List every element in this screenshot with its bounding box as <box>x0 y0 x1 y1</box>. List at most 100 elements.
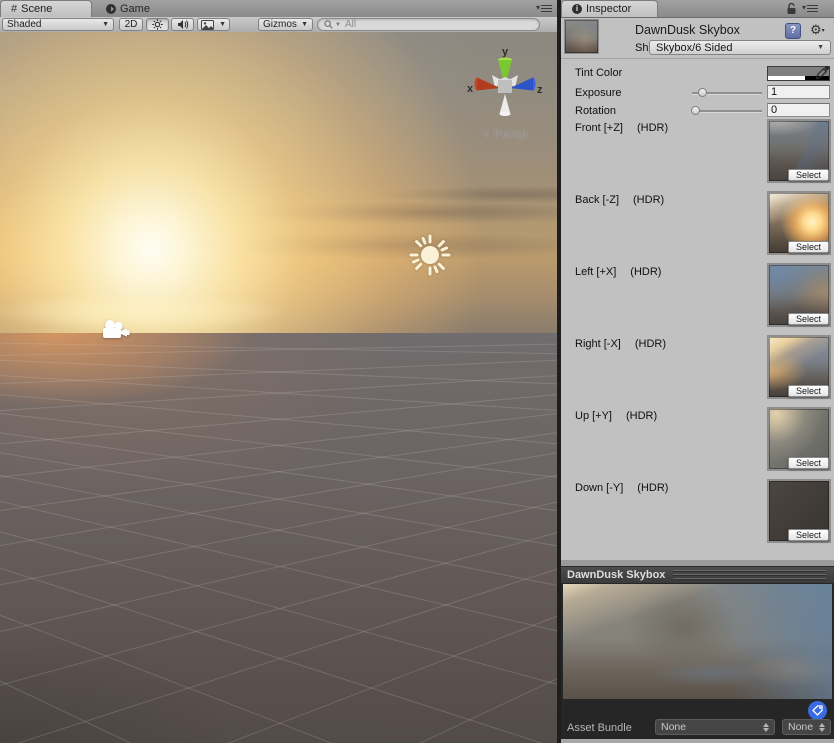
back-z-texture-thumb[interactable]: Select <box>767 191 831 255</box>
rotation-slider-thumb[interactable] <box>691 106 700 115</box>
window-bottom-edge <box>561 739 834 743</box>
gizmos-dropdown[interactable]: Gizmos ▼ <box>258 18 313 31</box>
lighting-toggle-button[interactable] <box>146 18 169 31</box>
material-title: DawnDusk Skybox <box>635 23 740 37</box>
right-x-label: Right [-X](HDR) <box>575 338 666 350</box>
camera-gizmo-icon[interactable] <box>101 319 131 343</box>
shader-value: Skybox/6 Sided <box>656 42 732 54</box>
asset-bundle-dropdown[interactable]: None <box>655 719 775 735</box>
exposure-slider[interactable] <box>692 92 762 95</box>
right-x-texture-thumb[interactable]: Select <box>767 335 831 399</box>
asset-label-button[interactable] <box>808 701 827 720</box>
scene-viewport[interactable]: y x z < Persp <box>0 32 557 743</box>
preview-title: DawnDusk Skybox <box>567 569 665 581</box>
left-x-texture-thumb[interactable]: Select <box>767 263 831 327</box>
inspector-lock[interactable] <box>786 2 797 15</box>
audio-toggle-button[interactable] <box>171 18 194 31</box>
preview-drag-handle-icon <box>673 568 826 582</box>
back-z-select-button[interactable]: Select <box>788 241 829 253</box>
down-y-texture-thumb[interactable]: Select <box>767 479 831 543</box>
2d-label: 2D <box>125 19 138 30</box>
tab-game-label: Game <box>120 3 150 15</box>
front-z-select-button[interactable]: Select <box>788 169 829 181</box>
front-z-texture-thumb[interactable]: Select <box>767 119 831 183</box>
dropdown-arrow-icon: ▼ <box>102 21 109 28</box>
speaker-icon <box>177 19 189 30</box>
axis-orientation-gizmo[interactable]: y x z <box>463 46 547 130</box>
menu-icon <box>541 3 552 14</box>
search-filter-arrow-icon[interactable]: ▼ <box>335 22 341 28</box>
material-preview-thumbnail[interactable] <box>564 19 599 54</box>
preview-header[interactable]: DawnDusk Skybox <box>561 566 834 583</box>
dropdown-arrow-icon: ▼ <box>817 44 824 51</box>
image-icon <box>201 20 214 30</box>
scene-panel-menu[interactable]: ▾ <box>536 3 552 14</box>
search-icon <box>324 20 333 29</box>
rotation-label: Rotation <box>575 105 616 117</box>
exposure-value-field[interactable] <box>767 85 830 99</box>
dropdown-arrow-icon: ▾ <box>802 4 806 12</box>
scene-tabbar: # Scene Game ▾ <box>0 0 557 18</box>
skybox-preview-image[interactable] <box>563 584 832 699</box>
asset-bundle-value: None <box>661 721 686 733</box>
draw-mode-dropdown[interactable]: Shaded ▼ <box>2 18 114 31</box>
asset-variant-value: None <box>788 721 813 733</box>
asset-bundle-label: Asset Bundle <box>567 722 632 734</box>
inspector-panel-menu[interactable]: ▾ <box>802 3 818 14</box>
left-x-select-button[interactable]: Select <box>788 313 829 325</box>
axis-z-label: z <box>537 84 543 96</box>
tab-scene-label: Scene <box>21 3 52 15</box>
directional-light-gizmo-icon[interactable] <box>406 231 454 279</box>
dropdown-arrow-icon: ▼ <box>219 21 226 28</box>
exposure-label: Exposure <box>575 87 621 99</box>
info-icon: i <box>572 4 582 14</box>
right-x-select-button[interactable]: Select <box>788 385 829 397</box>
tab-scene[interactable]: # Scene <box>0 0 92 17</box>
rotation-slider[interactable] <box>692 110 762 113</box>
ground-plane <box>0 333 557 743</box>
help-icon[interactable]: ? <box>785 23 801 39</box>
effects-dropdown-button[interactable]: ▼ <box>197 18 230 31</box>
search-input[interactable] <box>343 18 533 31</box>
dropdown-arrow-icon: ▼ <box>301 21 308 28</box>
shader-dropdown[interactable]: Skybox/6 Sided ▼ <box>649 40 831 55</box>
down-y-label: Down [-Y](HDR) <box>575 482 668 494</box>
up-y-select-button[interactable]: Select <box>788 457 829 469</box>
axis-y-label: y <box>502 46 509 58</box>
front-z-label: Front [+Z](HDR) <box>575 122 668 134</box>
2d-toggle-button[interactable]: 2D <box>119 18 143 31</box>
sun-icon <box>152 19 163 30</box>
scene-grid <box>0 333 557 743</box>
eyedropper-icon[interactable] <box>815 64 831 80</box>
alpha-bar-white <box>768 76 805 80</box>
tab-inspector-label: Inspector <box>586 3 631 15</box>
inspector-tabbar: i Inspector ▾ <box>561 0 834 18</box>
axis-x-label: x <box>467 83 474 95</box>
up-y-label: Up [+Y](HDR) <box>575 410 657 422</box>
down-y-select-button[interactable]: Select <box>788 529 829 541</box>
gear-icon[interactable]: ⚙▾ <box>810 23 825 38</box>
scene-panel: # Scene Game ▾ Shaded ▼ 2D <box>0 0 557 743</box>
projection-mode-label[interactable]: < Persp <box>463 127 547 141</box>
tab-game[interactable]: Game <box>96 0 190 17</box>
tint-color-label: Tint Color <box>575 67 622 79</box>
tag-icon <box>812 705 823 716</box>
scene-search: ▼ <box>317 18 540 31</box>
gizmos-label: Gizmos <box>263 19 297 30</box>
asset-variant-dropdown[interactable]: None <box>782 719 831 735</box>
dropdown-arrow-icon: ▾ <box>536 4 540 12</box>
up-y-texture-thumb[interactable]: Select <box>767 407 831 471</box>
updown-arrows-icon <box>819 723 825 732</box>
exposure-slider-thumb[interactable] <box>698 88 707 97</box>
rotation-value-field[interactable] <box>767 103 830 117</box>
unity-editor-window: # Scene Game ▾ Shaded ▼ 2D <box>0 0 834 743</box>
left-x-label: Left [+X](HDR) <box>575 266 661 278</box>
lock-icon <box>786 2 797 15</box>
tab-inspector[interactable]: i Inspector <box>561 0 658 17</box>
updown-arrows-icon <box>763 723 769 732</box>
scene-toolbar: Shaded ▼ 2D <box>0 17 557 33</box>
scene-grid-icon: # <box>11 3 17 15</box>
back-z-label: Back [-Z](HDR) <box>575 194 664 206</box>
inspector-panel: i Inspector ▾ DawnDusk Skybox ? ⚙▾ Shade… <box>561 0 834 743</box>
draw-mode-label: Shaded <box>7 19 41 30</box>
